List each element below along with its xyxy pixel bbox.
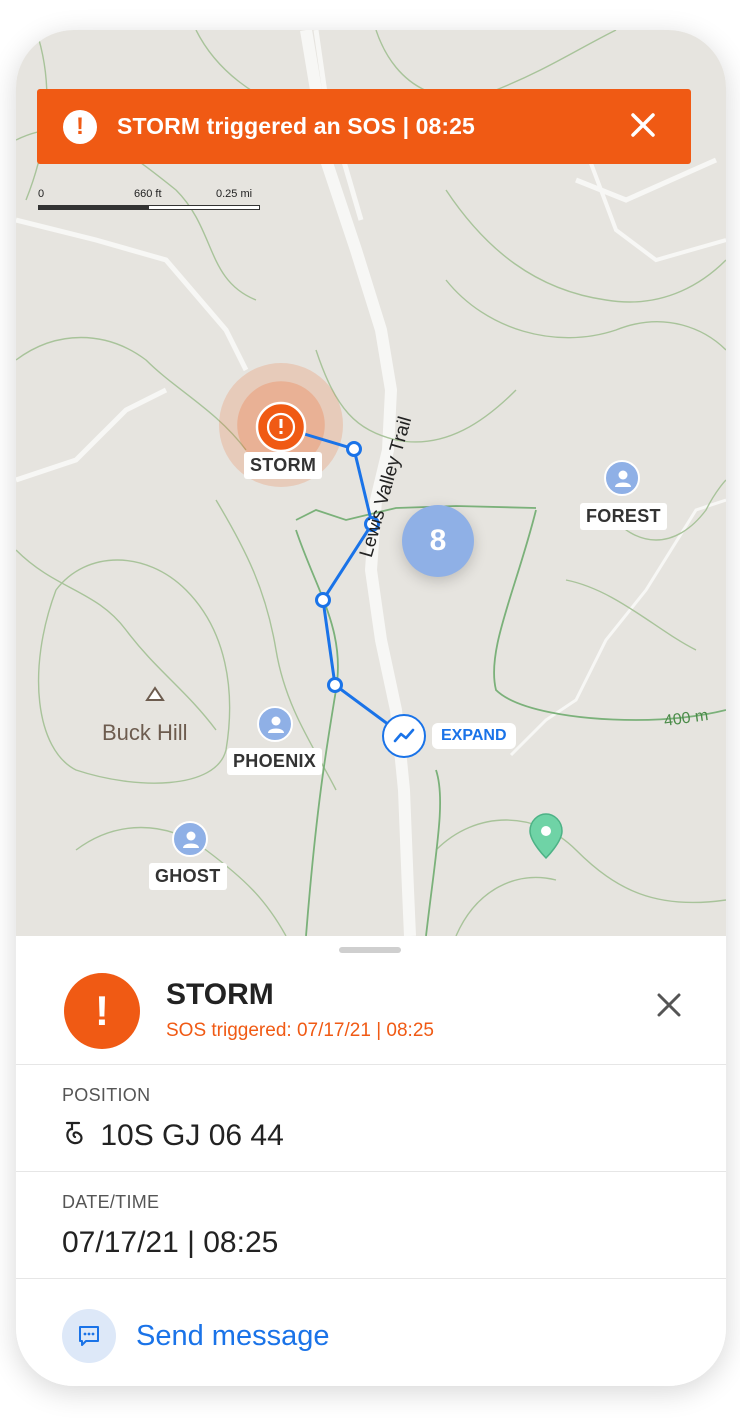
sos-marker-label[interactable]: STORM	[244, 452, 323, 479]
user-pin-icon[interactable]	[604, 460, 640, 496]
cluster-marker[interactable]: 8	[402, 505, 474, 577]
scale-start: 0	[38, 188, 45, 200]
user-label-phoenix[interactable]: PHOENIX	[227, 748, 323, 775]
expand-route-button[interactable]	[382, 714, 426, 758]
sos-icon: !	[64, 973, 140, 1049]
sos-triggered-text: SOS triggered: 07/17/21 | 08:25	[166, 1020, 434, 1041]
divider	[16, 1278, 726, 1279]
position-label: POSITION	[62, 1085, 151, 1105]
divider	[16, 1171, 726, 1172]
user-pin-icon[interactable]	[172, 821, 208, 857]
sos-alert-banner[interactable]: ! STORM triggered an SOS | 08:25	[37, 89, 691, 164]
datetime-value: 07/17/21 | 08:25	[62, 1226, 279, 1259]
trend-icon	[393, 728, 415, 743]
divider	[16, 1064, 726, 1065]
bottom-sheet: ! STORM SOS triggered: 07/17/21 | 08:25 …	[16, 936, 726, 1386]
sheet-title: STORM	[166, 978, 274, 1011]
datetime-label: DATE/TIME	[62, 1192, 160, 1212]
position-icon	[62, 1119, 92, 1155]
cluster-count: 8	[429, 524, 447, 557]
user-pin-icon[interactable]	[257, 706, 293, 742]
banner-close-icon[interactable]	[625, 107, 661, 143]
peak-label: Buck Hill	[102, 720, 188, 745]
scale-mid: 660 ft	[134, 188, 162, 200]
scale-bar: 0 660 ft 0.25 mi	[38, 188, 268, 218]
user-label-forest[interactable]: FOREST	[580, 503, 667, 530]
expand-button[interactable]: EXPAND	[432, 723, 516, 749]
scale-end: 0.25 mi	[216, 188, 253, 200]
send-message-button[interactable]: Send message	[62, 1309, 329, 1363]
sos-alert-text: STORM triggered an SOS | 08:25	[117, 113, 475, 139]
position-value: 10S GJ 06 44	[100, 1119, 284, 1152]
sheet-close-icon[interactable]	[652, 988, 686, 1022]
position-value-row: 10S GJ 06 44	[62, 1119, 284, 1155]
map-view[interactable]: ! STORM triggered an SOS | 08:25 0 660 f…	[16, 30, 726, 936]
drag-handle[interactable]	[339, 947, 401, 953]
phone-frame: ! STORM triggered an SOS | 08:25 0 660 f…	[16, 30, 726, 1386]
alert-icon: !	[63, 109, 97, 144]
send-message-label: Send message	[136, 1319, 330, 1352]
scale-bar-graphic	[38, 205, 260, 210]
user-label-ghost[interactable]: GHOST	[149, 863, 227, 890]
message-icon	[62, 1309, 116, 1363]
